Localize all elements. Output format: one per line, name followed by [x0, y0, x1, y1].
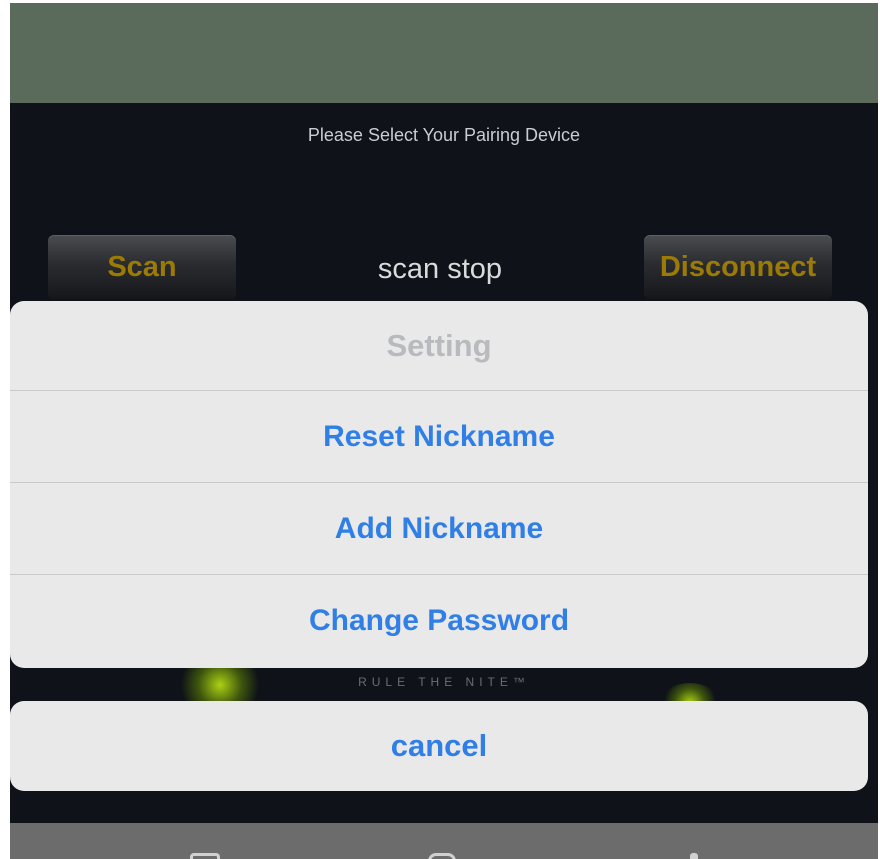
disconnect-button[interactable]: Disconnect	[644, 235, 832, 299]
settings-action-sheet: Setting Reset Nickname Add Nickname Chan…	[10, 301, 868, 668]
app-screen: Please Select Your Pairing Device Scan s…	[10, 3, 878, 859]
pairing-instruction: Please Select Your Pairing Device	[307, 125, 581, 145]
header-bar	[10, 3, 878, 103]
add-nickname-option[interactable]: Add Nickname	[10, 483, 868, 575]
change-password-option[interactable]: Change Password	[10, 575, 868, 667]
recents-icon[interactable]	[690, 853, 698, 859]
scan-button[interactable]: Scan	[48, 235, 236, 299]
action-sheet-title: Setting	[10, 301, 868, 391]
scan-status-text: scan stop	[377, 253, 503, 285]
brand-tagline: RULE THE NITE™	[358, 675, 530, 689]
system-navigation-bar	[10, 823, 878, 859]
back-icon[interactable]	[190, 853, 220, 859]
reset-nickname-option[interactable]: Reset Nickname	[10, 391, 868, 483]
home-icon[interactable]	[428, 853, 456, 859]
cancel-button[interactable]: cancel	[10, 701, 868, 791]
